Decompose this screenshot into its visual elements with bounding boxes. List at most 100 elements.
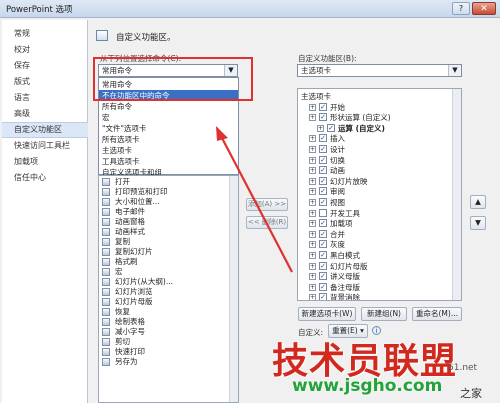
tree-item[interactable]: + ✓ 讲义母版 <box>298 271 448 282</box>
tree-item[interactable]: + ✓ 审阅 <box>298 186 448 197</box>
nav-item-proofing[interactable]: 校对 <box>2 42 88 58</box>
checkbox[interactable]: ✓ <box>319 293 327 300</box>
list-item[interactable]: 格式刷 <box>99 257 238 267</box>
checkbox[interactable]: ✓ <box>319 155 327 164</box>
checkbox[interactable]: ✓ <box>319 240 327 249</box>
list-item[interactable]: 另存为 <box>99 357 238 367</box>
checkbox[interactable]: ✓ <box>319 176 327 185</box>
tree-item[interactable]: + ✓ 背景消除 <box>298 292 448 300</box>
expand-icon[interactable]: + <box>309 220 316 228</box>
list-item[interactable]: 打印预览和打印 <box>99 187 238 197</box>
tree-item[interactable]: + ✓ 加载项 <box>298 218 448 229</box>
list-item[interactable]: 复制幻灯片 <box>99 247 238 257</box>
checkbox[interactable]: ✓ <box>319 229 327 238</box>
tree-item[interactable]: 主选项卡 <box>298 91 448 102</box>
commands-scrollbar[interactable] <box>229 176 238 402</box>
ribbon-tabs-select[interactable]: 主选项卡 ▼ <box>297 64 462 77</box>
list-item[interactable]: 动画样式 <box>99 227 238 237</box>
checkbox[interactable]: ✓ <box>319 102 327 111</box>
tree-item[interactable]: + ✓ 运算 (自定义) <box>298 123 448 134</box>
dropdown-option[interactable]: "文件"选项卡 <box>99 123 238 134</box>
tree-item[interactable]: + ✓ 形状运算 (自定义) <box>298 112 448 123</box>
expand-icon[interactable]: + <box>309 167 316 175</box>
nav-item-general[interactable]: 常规 <box>2 26 88 42</box>
list-item[interactable]: 快速打印 <box>99 347 238 357</box>
add-button[interactable]: 添加(A) >> <box>246 198 288 211</box>
tree-item[interactable]: + ✓ 幻灯片放映 <box>298 176 448 187</box>
expand-icon[interactable]: + <box>309 188 316 196</box>
nav-item-addins[interactable]: 加载项 <box>2 154 88 170</box>
nav-item-trust-center[interactable]: 信任中心 <box>2 170 88 186</box>
chevron-down-icon[interactable]: ▼ <box>448 65 461 76</box>
tree-item[interactable]: + ✓ 合并 <box>298 229 448 240</box>
tree-item[interactable]: + 开发工具 <box>298 208 448 219</box>
tree-item[interactable]: + ✓ 灰度 <box>298 239 448 250</box>
checkbox[interactable]: ✓ <box>327 123 335 132</box>
list-item[interactable]: 电子邮件 <box>99 207 238 217</box>
checkbox[interactable]: ✓ <box>319 187 327 196</box>
ribbon-tree-scrollbar[interactable] <box>452 89 461 300</box>
expand-icon[interactable]: + <box>309 230 316 238</box>
list-item[interactable]: 大小和位置... <box>99 197 238 207</box>
move-down-button[interactable]: ▼ <box>470 216 486 230</box>
dropdown-option[interactable]: 宏 <box>99 112 238 123</box>
tree-item[interactable]: + ✓ 切换 <box>298 155 448 166</box>
help-button[interactable]: ? <box>452 2 470 15</box>
tree-item[interactable]: + ✓ 动画 <box>298 165 448 176</box>
tree-item[interactable]: + ✓ 开始 <box>298 102 448 113</box>
list-item[interactable]: 幻灯片(从大纲)... <box>99 277 238 287</box>
list-item[interactable]: 打开 <box>99 177 238 187</box>
checkbox[interactable]: ✓ <box>319 166 327 175</box>
expand-icon[interactable]: + <box>309 199 316 206</box>
tree-item[interactable]: + ✓ 插入 <box>298 133 448 144</box>
expand-icon[interactable]: + <box>309 294 316 300</box>
list-item[interactable]: 绘制表格 <box>99 317 238 327</box>
nav-item-customize-ribbon[interactable]: 自定义功能区 <box>2 122 88 138</box>
tree-item[interactable]: + ✓ 备注母版 <box>298 282 448 293</box>
tree-item[interactable]: + ✓ 视图 <box>298 197 448 208</box>
nav-item-save[interactable]: 保存 <box>2 58 88 74</box>
expand-icon[interactable]: + <box>309 146 316 153</box>
checkbox[interactable]: ✓ <box>319 272 327 281</box>
dropdown-option[interactable]: 工具选项卡 <box>99 156 238 167</box>
remove-button[interactable]: << 删除(R) <box>246 216 288 229</box>
new-tab-button[interactable]: 新建选项卡(W) <box>298 307 356 321</box>
expand-icon[interactable]: + <box>309 177 316 185</box>
tree-item[interactable]: + ✓ 黑白模式 <box>298 250 448 261</box>
list-item[interactable]: 恢复 <box>99 307 238 317</box>
expand-icon[interactable]: + <box>309 273 316 281</box>
list-item[interactable]: 减小字号 <box>99 327 238 337</box>
checkbox[interactable]: ✓ <box>319 219 327 228</box>
checkbox[interactable] <box>319 208 327 217</box>
checkbox[interactable]: ✓ <box>319 145 327 153</box>
expand-icon[interactable]: + <box>309 156 316 164</box>
expand-icon[interactable]: + <box>309 283 316 291</box>
tree-item[interactable]: + ✓ 幻灯片母版 <box>298 261 448 272</box>
nav-item-advanced[interactable]: 高级 <box>2 106 88 122</box>
list-item[interactable]: 幻灯片母版 <box>99 297 238 307</box>
checkbox[interactable]: ✓ <box>319 282 327 291</box>
expand-icon[interactable]: + <box>309 103 316 111</box>
checkbox[interactable]: ✓ <box>319 113 327 122</box>
checkbox[interactable]: ✓ <box>319 198 327 206</box>
checkbox[interactable]: ✓ <box>319 251 327 259</box>
tree-item[interactable]: + ✓ 设计 <box>298 144 448 155</box>
expand-icon[interactable]: + <box>309 252 316 259</box>
rename-button[interactable]: 重命名(M)... <box>412 307 462 321</box>
dropdown-option[interactable]: 所有命令 <box>99 101 238 112</box>
checkbox[interactable]: ✓ <box>319 134 327 143</box>
list-item[interactable]: 动画窗格 <box>99 217 238 227</box>
nav-item-layout[interactable]: 版式 <box>2 74 88 90</box>
expand-icon[interactable]: + <box>317 124 324 132</box>
list-item[interactable]: 复制 <box>99 237 238 247</box>
nav-item-language[interactable]: 语言 <box>2 90 88 106</box>
expand-icon[interactable]: + <box>309 209 316 217</box>
list-item[interactable]: 宏 <box>99 267 238 277</box>
list-item[interactable]: 剪切 <box>99 337 238 347</box>
expand-icon[interactable]: + <box>309 262 316 270</box>
expand-icon[interactable]: + <box>309 114 316 122</box>
checkbox[interactable]: ✓ <box>319 261 327 270</box>
move-up-button[interactable]: ▲ <box>470 195 486 209</box>
expand-icon[interactable]: + <box>309 241 316 249</box>
new-group-button[interactable]: 新建组(N) <box>361 307 407 321</box>
